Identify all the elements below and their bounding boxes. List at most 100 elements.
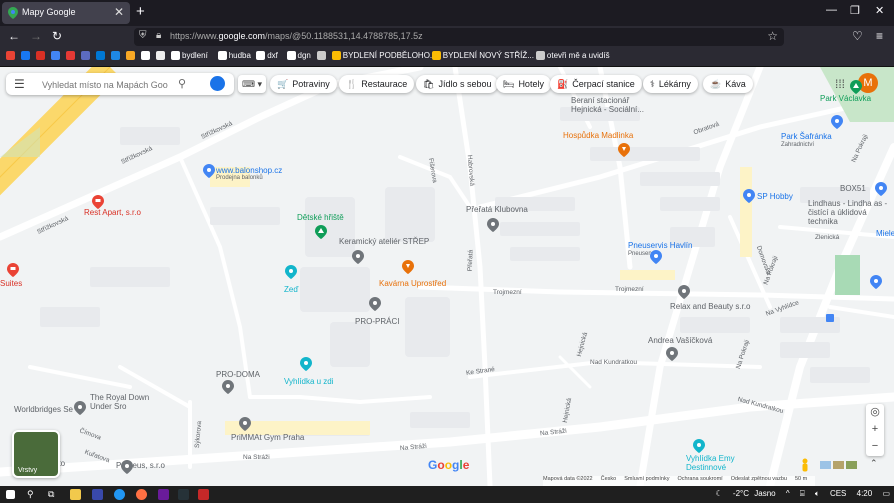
place-park-safranka[interactable]: Park Šafránka <box>781 132 832 141</box>
app-icon-2[interactable] <box>158 489 169 500</box>
place-worldbridges[interactable]: Worldbridges Se <box>14 405 73 414</box>
place-vyhlidka-emy[interactable]: Vyhlídka Emy Destinnové <box>686 454 746 472</box>
vasickova-pin-icon[interactable] <box>666 347 678 361</box>
back-arrow-icon[interactable]: ← <box>8 29 20 43</box>
chip-čerpací-stanice[interactable]: ⛽ Čerpací stanice <box>550 75 642 93</box>
hotel-pin-2-icon[interactable] <box>7 263 19 277</box>
place-pro-praci[interactable]: PRO-PRÁCI <box>355 317 399 326</box>
place-balonshop[interactable]: www.balonshop.cz <box>216 166 282 175</box>
url-text[interactable]: https://www.google.com/maps/@50.1188531,… <box>170 31 423 41</box>
worldbridges-pin-icon[interactable] <box>74 401 86 415</box>
tab-google-maps[interactable]: Mapy Google ✕ <box>2 2 130 24</box>
tray-chevron-icon[interactable]: ^ <box>786 489 790 498</box>
place-stacionar[interactable]: Beraní stacionář Hejnická - Sociální... <box>571 96 649 114</box>
shield-icon[interactable]: ⛨ <box>139 30 147 41</box>
chip-restaurace[interactable]: 🍴 Restaurace <box>339 75 415 93</box>
language-indicator[interactable]: CES <box>830 489 846 498</box>
reload-icon[interactable]: ↻ <box>52 29 62 43</box>
zoom-out-button[interactable]: − <box>866 438 884 455</box>
firefox-icon[interactable] <box>136 489 147 500</box>
search-taskbar-icon[interactable]: ⚲ <box>27 489 38 500</box>
window-close-icon[interactable]: ✕ <box>875 4 884 17</box>
task-view-icon[interactable]: ⧉ <box>48 489 59 500</box>
place-rest-apart[interactable]: Rest Apart, s.r.o <box>84 208 141 217</box>
bookmark-item[interactable]: dxf <box>256 51 278 63</box>
bookmark-item[interactable] <box>316 51 328 63</box>
new-tab-button[interactable]: + <box>136 3 145 20</box>
weather-icon[interactable]: ☾ <box>716 489 723 498</box>
menu-icon[interactable]: ☰ <box>14 77 25 91</box>
shopping-pin-icon[interactable] <box>203 164 215 178</box>
search-icon[interactable]: ⚲ <box>178 77 186 90</box>
bookmark-item[interactable] <box>36 51 47 63</box>
bookmark-item[interactable] <box>141 51 152 63</box>
acrobat-icon[interactable] <box>198 489 209 500</box>
notification-icon[interactable]: ▭ <box>882 489 890 498</box>
chip-lékárny[interactable]: ⚕ Lékárny <box>643 75 698 93</box>
lindhaus-pin-icon[interactable] <box>870 275 882 289</box>
chip-jídlo-s-sebou[interactable]: 🛍 Jídlo s sebou <box>416 75 499 93</box>
place-zed[interactable]: Zeď <box>284 285 298 294</box>
place-detske-hriste[interactable]: Dětské hřiště <box>297 213 344 222</box>
bookmark-star-icon[interactable]: ☆ <box>767 29 778 43</box>
place-pneuservis[interactable]: Pneuservis Havlín <box>628 241 692 250</box>
bookmark-item[interactable] <box>51 51 62 63</box>
attribution-item[interactable]: 50 m <box>795 476 807 482</box>
edge-icon[interactable] <box>114 489 125 500</box>
box51-pin-icon[interactable] <box>875 182 887 196</box>
bookmark-item[interactable] <box>6 51 17 63</box>
address-bar[interactable]: ⛨ 🔒︎ https://www.google.com/maps/@50.118… <box>134 28 784 46</box>
place-park-vaclavka[interactable]: Park Václavka <box>820 94 871 103</box>
app-icon-3[interactable] <box>178 489 189 500</box>
bookmark-item[interactable]: bydlení <box>171 51 208 63</box>
hotel-pin-icon[interactable] <box>92 195 104 209</box>
sp-hobby-pin-icon[interactable] <box>743 189 755 203</box>
bookmark-item[interactable] <box>156 51 167 63</box>
temperature[interactable]: -2°C <box>733 489 749 498</box>
place-keramicky-atelier[interactable]: Keramický ateliér STŘEP <box>339 237 429 246</box>
file-explorer-icon[interactable] <box>70 489 81 500</box>
clock[interactable]: 4:20 <box>857 489 873 498</box>
viewpoint-pin-icon[interactable] <box>300 357 312 371</box>
chip-káva[interactable]: ☕ Káva <box>703 75 753 93</box>
place-suites[interactable]: Suites <box>0 279 22 288</box>
perseus-pin-icon[interactable] <box>121 460 133 474</box>
windows-start-icon[interactable] <box>6 490 15 499</box>
playground-pin-icon[interactable] <box>315 225 327 239</box>
bookmark-item[interactable] <box>81 51 92 63</box>
bus-stop-icon[interactable] <box>826 314 834 322</box>
volume-icon[interactable]: 🔈︎ <box>815 489 820 498</box>
restore-icon[interactable]: ❐ <box>850 4 860 17</box>
hamburger-menu-icon[interactable]: ≡ <box>876 29 883 43</box>
nursery-pin-icon[interactable] <box>831 115 843 129</box>
bookmark-item[interactable] <box>126 51 137 63</box>
chip-potraviny[interactable]: 🛒 Potraviny <box>270 75 337 93</box>
tab-close-icon[interactable]: ✕ <box>114 5 124 19</box>
place-pro-doma[interactable]: PRO-DOMA <box>216 370 260 379</box>
attribution-item[interactable]: Česko <box>601 476 617 482</box>
app-icon-1[interactable] <box>92 489 103 500</box>
bookmark-item[interactable] <box>111 51 122 63</box>
cafe-pin-icon[interactable] <box>402 260 414 274</box>
pneuservis-pin-icon[interactable] <box>650 250 662 264</box>
pegman-icon[interactable] <box>800 458 810 472</box>
search-input[interactable] <box>40 76 174 93</box>
place-sp-hobby[interactable]: SP Hobby <box>757 192 793 201</box>
place-relax-beauty[interactable]: Relax and Beauty s.r.o <box>670 302 751 311</box>
input-tools-button[interactable]: ⌨ ▾ <box>238 75 266 93</box>
relax-pin-icon[interactable] <box>678 285 690 299</box>
chip-hotely[interactable]: 🛏 Hotely <box>496 75 551 93</box>
apps-grid-icon[interactable]: ⁞⁞⁞ <box>835 77 845 91</box>
place-miele[interactable]: Miele <box>876 229 894 238</box>
place-hospudka-madlinka[interactable]: Hospůdka Madlinka <box>563 131 633 140</box>
bookmark-item[interactable] <box>96 51 107 63</box>
directions-icon[interactable] <box>210 76 225 91</box>
bookmark-item[interactable]: otevři mě a uvidíš <box>535 51 610 63</box>
gym-pin-icon[interactable] <box>239 417 251 431</box>
bookmark-item[interactable]: BYDLENÍ NOVÝ STŘÍŽ... <box>431 51 534 63</box>
place-kavarna[interactable]: Kavárna Uprostřed <box>379 279 446 288</box>
forward-arrow-icon[interactable]: → <box>30 29 42 43</box>
layers-button[interactable]: Vrstvy <box>12 430 60 478</box>
bookmark-item[interactable] <box>66 51 77 63</box>
bookmark-item[interactable] <box>21 51 32 63</box>
